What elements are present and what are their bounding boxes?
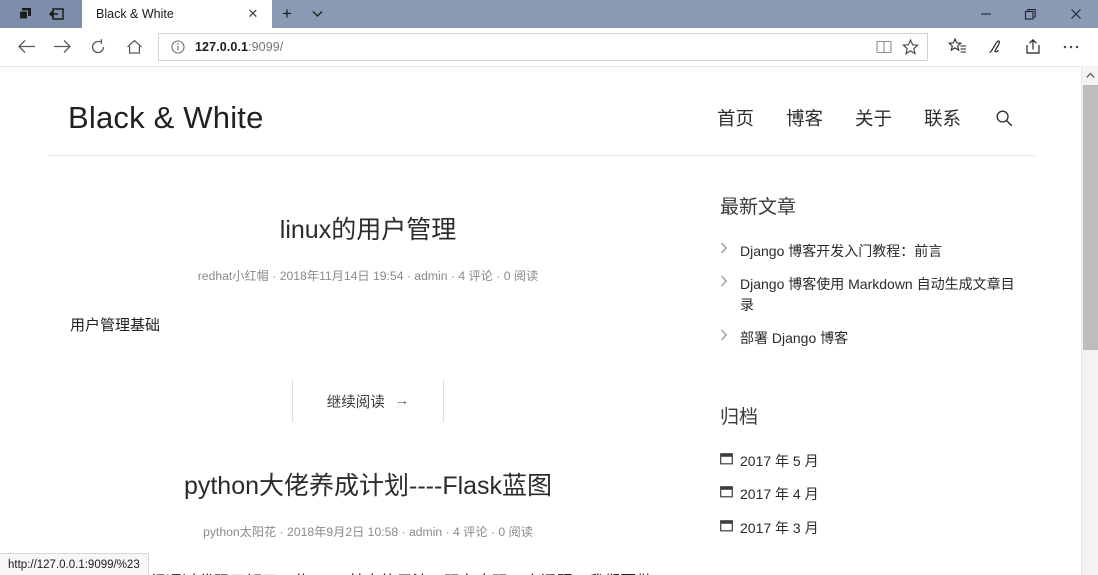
back-button[interactable]: [8, 31, 44, 63]
sidebar: 最新文章 Django 博客开发入门教程：前言 Django 博客使用 Mark…: [688, 192, 1028, 575]
list-item-label[interactable]: 部署 Django 博客: [740, 328, 848, 348]
vertical-scrollbar[interactable]: [1081, 66, 1098, 575]
list-item[interactable]: Django 博客开发入门教程：前言: [720, 241, 1028, 261]
tab-title: Black & White: [96, 7, 174, 21]
post-title: linux的用户管理: [48, 214, 688, 248]
read-more-button[interactable]: 继续阅读 →: [291, 380, 445, 423]
post-meta: redhat小红帽 · 2018年11月14日 19:54 · admin · …: [197, 268, 539, 283]
list-item-label[interactable]: Django 博客使用 Markdown 自动生成文章目录: [740, 274, 1028, 315]
site-info-icon[interactable]: [169, 38, 187, 56]
read-more-label: 继续阅读: [326, 394, 385, 411]
refresh-button[interactable]: [80, 31, 116, 63]
browser-tab[interactable]: Black & White ✕: [82, 0, 272, 28]
set-tabs-aside-icon[interactable]: [17, 5, 35, 23]
post-title-link[interactable]: linux的用户管理: [280, 216, 456, 244]
reading-view-icon[interactable]: [871, 34, 897, 60]
tab-aside-controls: [0, 0, 82, 28]
list-item[interactable]: 2017 年 5 月: [720, 451, 1028, 471]
address-host: 127.0.0.1: [195, 39, 249, 54]
chevron-right-icon: [720, 328, 740, 341]
calendar-icon: [720, 518, 740, 532]
list-item[interactable]: 部署 Django 博客: [720, 328, 1028, 348]
chevron-right-icon: [720, 274, 740, 287]
page-viewport: Black & White 首页 博客 关于 联系 linux的用户管理 red…: [0, 66, 1098, 575]
site-navigation: 首页 博客 关于 联系: [717, 105, 1035, 131]
site-header: Black & White 首页 博客 关于 联系: [0, 67, 1081, 143]
calendar-icon: [720, 484, 740, 498]
address-bar[interactable]: 127.0.0.1:9099/: [158, 32, 928, 61]
widget-title: 最新文章: [720, 197, 797, 218]
arrow-right-icon: →: [394, 393, 410, 410]
widget-recent-posts: 最新文章 Django 博客开发入门教程：前言 Django 博客使用 Mark…: [720, 192, 1028, 348]
nav-item-about[interactable]: 关于: [855, 105, 892, 131]
post-entry: linux的用户管理 redhat小红帽 · 2018年11月14日 19:54…: [48, 214, 688, 423]
status-bar: http://127.0.0.1:9099/%23: [0, 553, 149, 575]
forward-button[interactable]: [44, 31, 80, 63]
scrollbar-thumb[interactable]: [1083, 85, 1098, 350]
share-icon[interactable]: [1014, 31, 1052, 63]
browser-toolbar: 127.0.0.1:9099/: [0, 28, 1098, 66]
widget-title: 归档: [720, 407, 759, 429]
minimize-button[interactable]: [963, 0, 1008, 28]
browser-title-bar: Black & White ✕ +: [0, 0, 1098, 28]
favorite-star-icon[interactable]: [897, 34, 923, 60]
post-excerpt: 用户管理基础: [70, 316, 161, 334]
new-tab-button[interactable]: +: [272, 0, 302, 28]
browser-window: Black & White ✕ + 127.0.0.1:9099/ Black …: [0, 0, 1098, 575]
close-icon[interactable]: ✕: [242, 3, 264, 25]
read-more-wrapper: 继续阅读 →: [48, 380, 688, 423]
restore-button[interactable]: [1008, 0, 1053, 28]
web-note-icon[interactable]: [976, 31, 1014, 63]
blog-page: Black & White 首页 博客 关于 联系 linux的用户管理 red…: [0, 67, 1081, 575]
list-item[interactable]: Django 博客使用 Markdown 自动生成文章目录: [720, 274, 1028, 315]
address-rest: :9099/: [248, 39, 284, 54]
window-controls: [963, 0, 1098, 28]
archives-list: 2017 年 5 月 2017 年 4 月 2017 年 3 月: [720, 451, 1028, 538]
header-divider: [48, 155, 1035, 156]
widget-archives: 归档 2017 年 5 月 2017 年 4 月 2017 年 3 月: [720, 402, 1028, 538]
home-button[interactable]: [116, 31, 152, 63]
list-item-label[interactable]: Django 博客开发入门教程：前言: [740, 241, 942, 261]
post-meta: python太阳花 · 2018年9月2日 10:58 · admin · 4 …: [203, 525, 533, 539]
site-title: Black & White: [68, 100, 264, 135]
address-text[interactable]: 127.0.0.1:9099/: [195, 40, 871, 54]
nav-item-blog[interactable]: 博客: [786, 105, 823, 131]
restore-tabs-icon[interactable]: [48, 5, 66, 23]
post-title: python大佬养成计划----Flask蓝图: [48, 470, 688, 504]
chevron-right-icon: [720, 241, 740, 254]
chevron-down-icon[interactable]: [302, 0, 332, 28]
search-icon[interactable]: [993, 107, 1015, 129]
list-item[interactable]: 2017 年 3 月: [720, 518, 1028, 538]
close-button[interactable]: [1053, 0, 1098, 28]
list-item-label[interactable]: 2017 年 3 月: [740, 518, 819, 538]
main-column: linux的用户管理 redhat小红帽 · 2018年11月14日 19:54…: [48, 192, 688, 575]
list-item[interactable]: 2017 年 4 月: [720, 484, 1028, 504]
scroll-up-arrow-icon[interactable]: [1082, 66, 1098, 84]
calendar-icon: [720, 451, 740, 465]
nav-item-contact[interactable]: 联系: [924, 105, 961, 131]
post-title-link[interactable]: python大佬养成计划----Flask蓝图: [184, 472, 552, 500]
list-item-label[interactable]: 2017 年 4 月: [740, 484, 819, 504]
list-item-label[interactable]: 2017 年 5 月: [740, 451, 819, 471]
more-options-button[interactable]: [1052, 31, 1090, 63]
toolbar-actions: [934, 31, 1090, 63]
recent-posts-list: Django 博客开发入门教程：前言 Django 博客使用 Markdown …: [720, 241, 1028, 348]
nav-item-home[interactable]: 首页: [717, 105, 754, 131]
page-content: linux的用户管理 redhat小红帽 · 2018年11月14日 19:54…: [0, 192, 1081, 575]
favorites-hub-icon[interactable]: [938, 31, 976, 63]
